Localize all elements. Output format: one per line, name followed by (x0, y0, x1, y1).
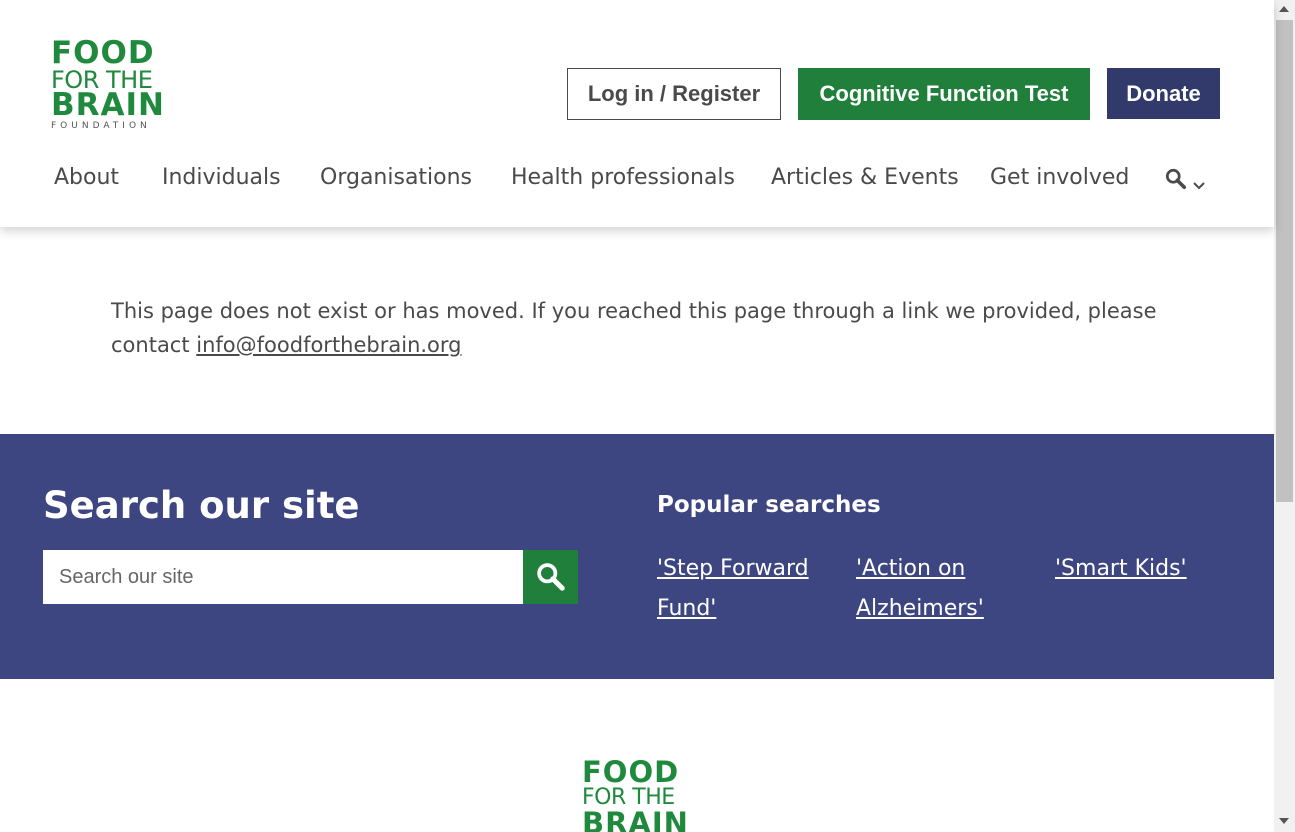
scrollbar-thumb[interactable] (1276, 20, 1293, 502)
login-register-button[interactable]: Log in / Register (567, 68, 781, 120)
footer-logo-line-brain: BRAIN (582, 806, 689, 832)
not-found-message: This page does not exist or has moved. I… (111, 294, 1191, 362)
popular-searches-title: Popular searches (657, 492, 881, 518)
chevron-down-icon (1193, 182, 1205, 190)
footer-logo-line-food: FOOD (582, 755, 680, 789)
search-section: Search our site Popular searches 'Step F… (0, 434, 1274, 679)
logo-line-foundation: FOUNDATION (51, 121, 151, 131)
search-input[interactable] (43, 550, 523, 604)
popular-search-link[interactable]: 'Action on Alzheimers' (856, 549, 1006, 629)
donate-button[interactable]: Donate (1107, 68, 1220, 119)
scroll-up-arrow-icon[interactable] (1279, 6, 1289, 12)
cognitive-function-test-button[interactable]: Cognitive Function Test (798, 68, 1090, 120)
popular-search-link[interactable]: 'Smart Kids' (1055, 549, 1215, 589)
site-logo[interactable]: FOOD FOR THE BRAIN FOUNDATION (51, 38, 171, 131)
search-icon (536, 563, 565, 591)
scroll-down-arrow-icon[interactable] (1279, 818, 1289, 824)
page-scrollbar[interactable] (1274, 0, 1295, 832)
nav-item-health-professionals[interactable]: Health professionals (511, 165, 735, 190)
logo-line-brain: BRAIN (51, 87, 165, 123)
search-icon (1165, 168, 1187, 190)
nav-item-individuals[interactable]: Individuals (162, 165, 281, 190)
nav-item-get-involved[interactable]: Get involved (990, 165, 1129, 190)
nav-item-about[interactable]: About (54, 165, 119, 190)
site-header: FOOD FOR THE BRAIN FOUNDATION Log in / R… (0, 0, 1274, 227)
nav-item-organisations[interactable]: Organisations (320, 165, 472, 190)
popular-search-link[interactable]: 'Step Forward Fund' (657, 549, 817, 629)
contact-email-link[interactable]: info@foodforthebrain.org (196, 333, 461, 357)
nav-item-articles-events[interactable]: Articles & Events (771, 165, 959, 190)
search-toggle-button[interactable] (1165, 168, 1209, 194)
footer-logo[interactable]: FOOD FOR THE BRAIN (582, 758, 702, 832)
search-submit-button[interactable] (523, 550, 578, 604)
logo-line-food: FOOD (51, 35, 155, 71)
search-section-title: Search our site (43, 484, 360, 527)
